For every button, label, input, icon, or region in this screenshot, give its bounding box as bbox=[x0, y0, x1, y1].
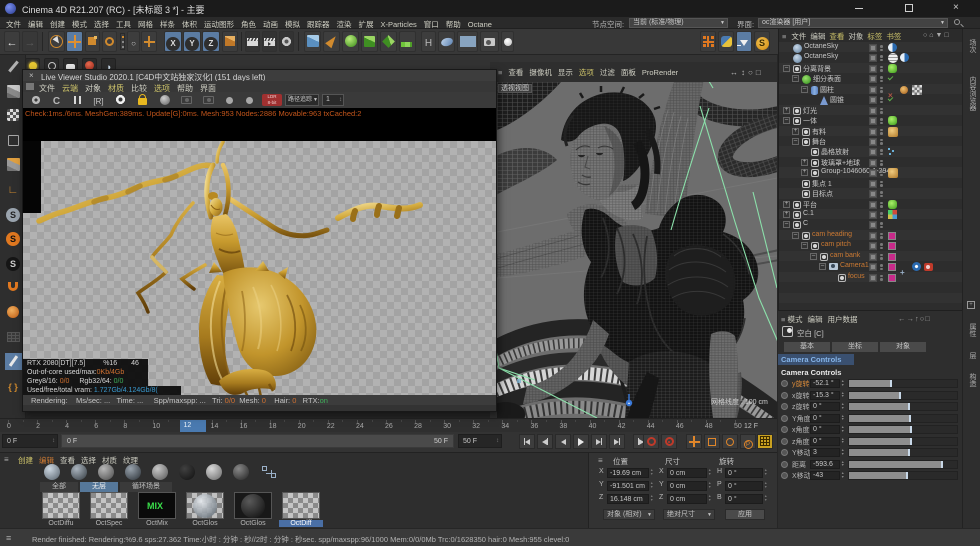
svg-text:网格线度 : 100 cm: 网格线度 : 100 cm bbox=[711, 397, 768, 406]
